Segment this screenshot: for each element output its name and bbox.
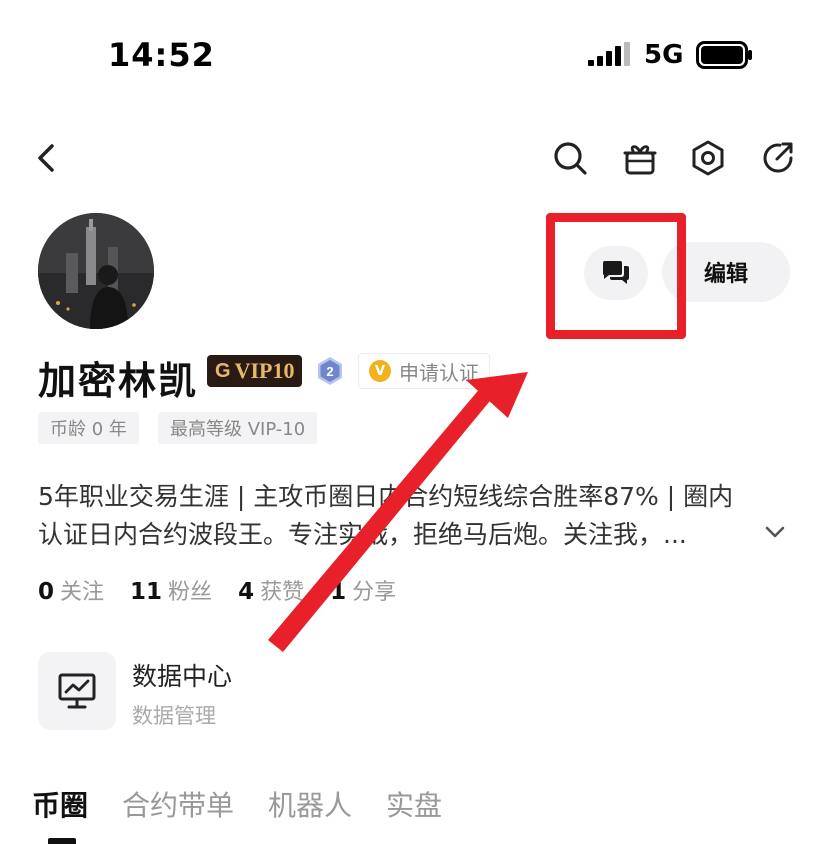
bio-line: 认证日内合约波段王。专注实战，拒绝马后炮。关注我，... [38, 520, 687, 549]
signal-icon [588, 40, 632, 70]
content-tabs: 币圈 合约带单 机器人 实盘 [32, 784, 442, 824]
bio-line: 5年职业交易生涯 | 主攻币圈日内合约短线综合胜率87% | 圈内 [38, 482, 734, 511]
apply-verification-button[interactable]: V 申请认证 [358, 353, 490, 389]
stat-number: 4 [238, 579, 255, 605]
avatar[interactable] [38, 213, 154, 329]
data-center-title[interactable]: 数据中心 [132, 657, 232, 693]
network-type: 5G [644, 40, 684, 70]
monitor-chart-icon [58, 673, 96, 709]
level-badge: 2 [316, 356, 344, 386]
stat-likes[interactable]: 4 获赞 [238, 574, 304, 606]
gift-icon[interactable] [620, 138, 660, 178]
tab-live-trading[interactable]: 实盘 [386, 784, 442, 824]
active-tab-indicator [48, 838, 76, 844]
stat-number: 0 [38, 579, 55, 605]
settings-icon[interactable] [688, 138, 728, 178]
vip-badge: G VIP10 [207, 355, 303, 387]
profile-name: 加密林凯 [38, 359, 199, 403]
max-level-tag: 最高等级 VIP-10 [158, 412, 318, 444]
data-center-button[interactable] [38, 652, 116, 730]
tab-coin-circle[interactable]: 币圈 [32, 784, 88, 824]
stat-number: 11 [130, 579, 163, 605]
status-time: 14:52 [108, 36, 215, 74]
stat-label: 获赞 [260, 580, 305, 605]
stat-following[interactable]: 0 关注 [38, 574, 104, 606]
tab-copy-trading[interactable]: 合约带单 [122, 784, 234, 824]
vip-label: VIP10 [234, 358, 295, 383]
search-icon[interactable] [550, 138, 590, 178]
battery-icon [696, 40, 754, 70]
stat-number: 1 [330, 579, 347, 605]
verified-icon: V [369, 360, 391, 382]
profile-bio: 5年职业交易生涯 | 主攻币圈日内合约短线综合胜率87% | 圈内 认证日内合约… [38, 478, 770, 554]
share-icon[interactable] [758, 138, 798, 178]
expand-bio-chevron-icon[interactable] [762, 519, 788, 545]
stat-followers[interactable]: 11 粉丝 [130, 574, 212, 606]
back-icon[interactable] [28, 138, 68, 178]
profile-stats: 0 关注 11 粉丝 4 获赞 1 分享 [38, 574, 396, 606]
stat-label: 粉丝 [168, 580, 213, 605]
stat-label: 分享 [352, 580, 397, 605]
stat-label: 关注 [60, 580, 105, 605]
coin-age-tag: 币龄 0 年 [38, 412, 139, 444]
vip-logo-icon: G [215, 359, 231, 382]
tab-bots[interactable]: 机器人 [268, 784, 352, 824]
verify-label: 申请认证 [399, 360, 479, 385]
stat-shares[interactable]: 1 分享 [330, 574, 396, 606]
data-center-subtitle: 数据管理 [132, 704, 216, 728]
highlight-annotation-box [546, 213, 686, 339]
level-number: 2 [326, 364, 333, 379]
